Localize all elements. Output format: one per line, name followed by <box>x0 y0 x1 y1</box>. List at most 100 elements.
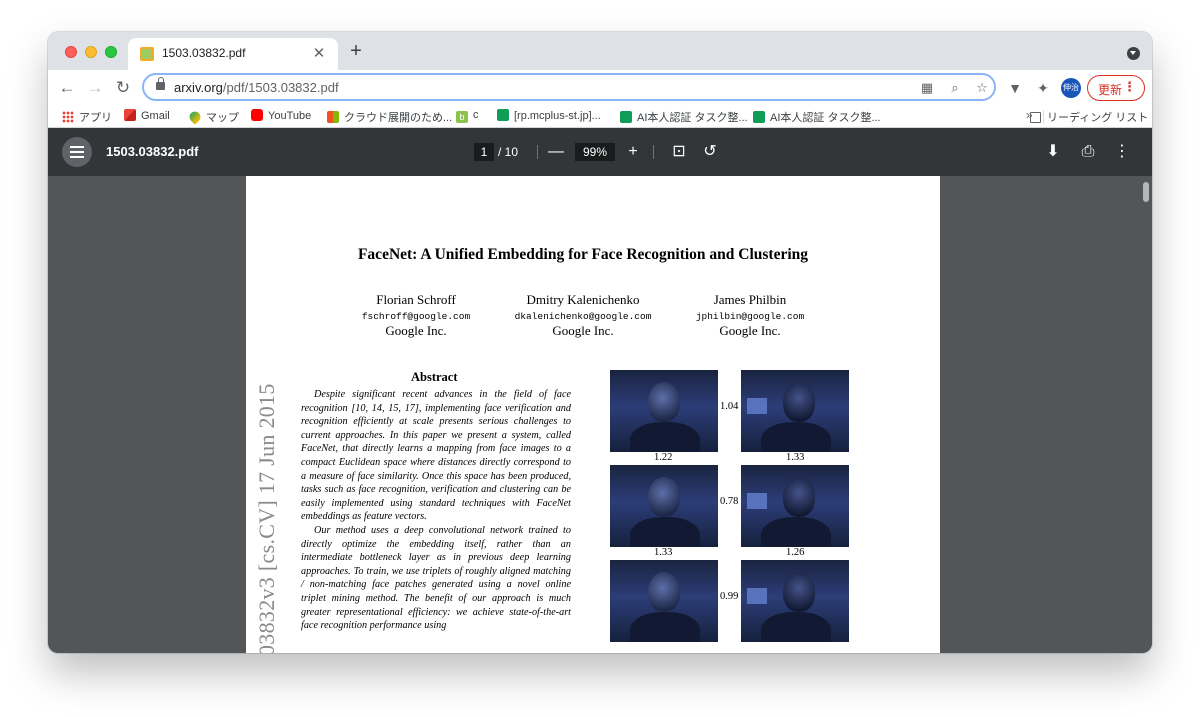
author-affiliation: Google Inc. <box>719 323 781 338</box>
lock-icon[interactable] <box>156 77 165 90</box>
zoom-icon[interactable]: ⌕ <box>946 79 964 97</box>
bookmark-maps[interactable]: マップ <box>187 109 239 125</box>
abstract-text: Despite significant recent advances in t… <box>301 388 571 633</box>
update-label: 更新 <box>1098 83 1123 97</box>
author-affiliation: Google Inc. <box>552 323 614 338</box>
extensions-puzzle-icon[interactable]: ✦ <box>1033 78 1053 98</box>
author-name: Dmitry Kalenichenko <box>526 292 640 307</box>
bookmark-label: AI本人認証 タスク整... <box>770 112 881 124</box>
bookmark-label: アプリ <box>79 112 112 124</box>
bookmark-label: クラウド展開のため... <box>344 112 453 124</box>
more-menu-icon: ⋮ <box>1123 79 1136 94</box>
browser-toolbar: ← → ↻ arxiv.org/pdf/1503.03832.pdf ▦ ⌕ ☆… <box>48 70 1152 106</box>
hamburger-icon <box>70 146 84 148</box>
more-actions-icon[interactable]: ⋮ <box>1111 141 1133 163</box>
pdf-menu-button[interactable] <box>62 137 92 167</box>
bookmark-label: [rp.mcplus-st.jp]... <box>514 110 601 122</box>
browser-window: 1503.03832.pdf ✕ + ← → ↻ arxiv.org/pdf/1… <box>48 32 1152 653</box>
pdf-toolbar: 1503.03832.pdf 1 / 10 — 99% + ⊡ ↺ ⬇ ⎙ ⋮ <box>48 128 1152 176</box>
bookmark-cloud[interactable]: クラウド展開のため... <box>327 109 452 125</box>
distance-label: 1.33 <box>654 547 673 558</box>
face-image <box>610 370 718 452</box>
fit-page-icon[interactable]: ⊡ <box>668 141 690 163</box>
youtube-icon <box>251 109 263 121</box>
author-block: James Philbin jphilbin@google.com Google… <box>660 292 840 339</box>
url-host: arxiv.org <box>174 80 223 95</box>
bookmark-gmail[interactable]: Gmail <box>124 109 170 125</box>
tab-title: 1503.03832.pdf <box>162 46 246 60</box>
face-figure: 1.04 1.22 1.33 0.78 1.33 1.26 0.99 <box>610 370 850 650</box>
qr-code-icon[interactable]: ▦ <box>918 79 936 97</box>
maximize-window-button[interactable] <box>105 46 117 58</box>
zoom-out-button[interactable]: — <box>545 141 567 163</box>
abstract-paragraph: Despite significant recent advances in t… <box>301 389 571 523</box>
abstract-heading: Abstract <box>411 370 458 384</box>
new-tab-button[interactable]: + <box>346 41 366 61</box>
author-email: fschroff@google.com <box>361 311 471 322</box>
tab-search-icon[interactable] <box>1127 47 1140 60</box>
author-affiliation: Google Inc. <box>385 323 447 338</box>
reading-list-button[interactable]: リーディング リスト <box>1030 109 1148 125</box>
bookmark-c[interactable]: bc <box>456 109 479 125</box>
reading-list-icon <box>1030 112 1041 123</box>
bookmark-rp[interactable]: [rp.mcplus-st.jp]... <box>497 109 601 125</box>
rotate-icon[interactable]: ↺ <box>699 141 721 163</box>
tab-strip: 1503.03832.pdf ✕ + <box>48 32 1152 70</box>
url-text[interactable]: arxiv.org/pdf/1503.03832.pdf <box>174 80 339 95</box>
face-image <box>741 560 849 642</box>
back-button[interactable]: ← <box>56 77 78 99</box>
bookmark-label: Gmail <box>141 110 170 122</box>
update-button[interactable]: 更新 ⋮ <box>1087 75 1145 101</box>
face-image <box>610 560 718 642</box>
toolbar-divider <box>537 145 538 159</box>
author-name: James Philbin <box>713 292 787 307</box>
author-name: Florian Schroff <box>376 292 456 307</box>
scrollbar-thumb[interactable] <box>1143 182 1149 202</box>
bookmark-ai-2[interactable]: AI本人認証 タスク整... <box>753 109 881 125</box>
distance-label: 1.22 <box>654 452 673 463</box>
extension-icon[interactable]: ▼ <box>1005 78 1025 98</box>
bookmark-label: c <box>473 109 479 121</box>
bookmark-star-icon[interactable]: ☆ <box>973 79 991 97</box>
pdf-viewport[interactable]: FaceNet: A Unified Embedding for Face Re… <box>48 176 1152 653</box>
zoom-in-button[interactable]: + <box>622 141 644 163</box>
sheets-icon <box>497 109 509 121</box>
page-number-input[interactable]: 1 <box>474 143 494 161</box>
close-window-button[interactable] <box>65 46 77 58</box>
bookmark-youtube[interactable]: YouTube <box>251 109 311 125</box>
bookmark-label: YouTube <box>268 110 312 122</box>
tab-pdf[interactable]: 1503.03832.pdf ✕ <box>128 38 338 70</box>
sheets-icon <box>753 111 765 123</box>
pdf-page: FaceNet: A Unified Embedding for Face Re… <box>246 176 940 653</box>
download-icon[interactable]: ⬇ <box>1042 141 1064 163</box>
reading-list-label: リーディング リスト <box>1047 112 1149 124</box>
abstract-paragraph: Our method uses a deep convolutional net… <box>301 524 571 632</box>
toolbar-divider <box>653 145 654 159</box>
print-icon[interactable]: ⎙ <box>1077 141 1099 163</box>
pdf-title: 1503.03832.pdf <box>106 144 199 159</box>
author-block: Dmitry Kalenichenko dkalenichenko@google… <box>493 292 673 339</box>
distance-label: 0.78 <box>720 496 739 507</box>
viewer-scrollbar[interactable] <box>1140 176 1152 653</box>
minimize-window-button[interactable] <box>85 46 97 58</box>
apps-grid-icon <box>62 111 74 123</box>
distance-label: 1.04 <box>720 401 739 412</box>
forward-button[interactable]: → <box>84 77 106 99</box>
zoom-input[interactable]: 99% <box>575 143 615 161</box>
bookmark-ai-1[interactable]: AI本人認証 タスク整... <box>620 109 748 125</box>
distance-label: 0.99 <box>720 591 739 602</box>
tab-close-icon[interactable]: ✕ <box>310 44 328 62</box>
sheets-icon <box>620 111 632 123</box>
bookmark-label: マップ <box>206 112 239 124</box>
author-block: Florian Schroff fschroff@google.com Goog… <box>326 292 506 339</box>
bookmarks-bar: アプリ Gmail マップ YouTube クラウド展開のため... bc [r… <box>48 106 1152 128</box>
arxiv-stamp: 03832v3 [cs.CV] 17 Jun 2015 <box>254 383 279 653</box>
distance-label: 1.33 <box>786 452 805 463</box>
reload-button[interactable]: ↻ <box>112 77 134 99</box>
address-bar[interactable]: arxiv.org/pdf/1503.03832.pdf ▦ ⌕ ☆ <box>142 73 996 101</box>
face-image <box>741 465 849 547</box>
b-icon: b <box>456 111 468 123</box>
profile-avatar[interactable]: 伸治 <box>1061 78 1081 98</box>
bookmark-apps[interactable]: アプリ <box>62 109 112 125</box>
face-image <box>610 465 718 547</box>
